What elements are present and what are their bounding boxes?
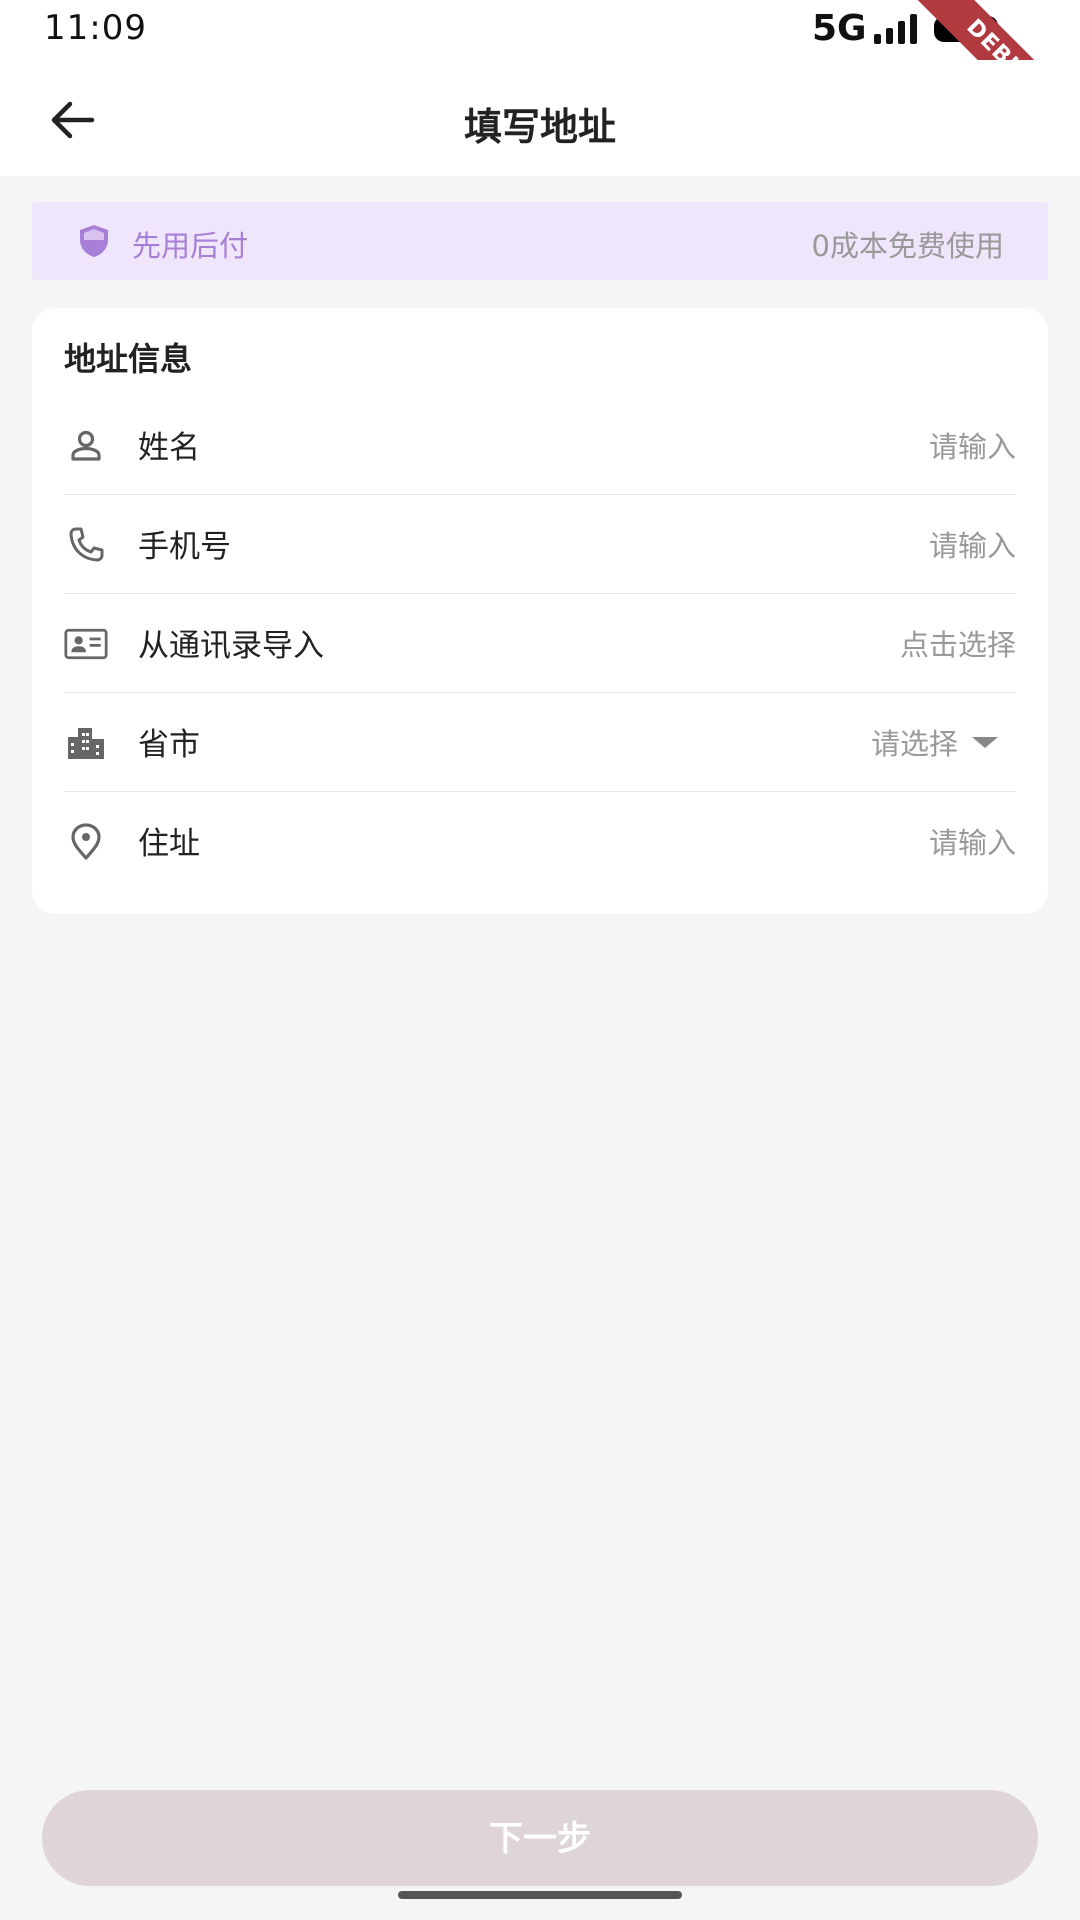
location-pin-icon xyxy=(64,822,108,862)
next-step-button[interactable]: 下一步 xyxy=(42,1790,1038,1886)
banner-subtitle: 0成本免费使用 xyxy=(811,229,1004,263)
card-title: 地址信息 xyxy=(64,340,193,378)
province-city-label: 省市 xyxy=(138,727,200,763)
phone-label: 手机号 xyxy=(138,529,231,565)
network-type: 5G xyxy=(812,8,867,49)
signal-icon xyxy=(874,14,917,44)
phone-icon xyxy=(64,525,108,565)
pay-later-banner: 先用后付 0成本免费使用 xyxy=(32,202,1048,280)
address-row[interactable]: 住址 请输入 xyxy=(64,792,1016,890)
status-time: 11:09 xyxy=(44,8,147,48)
banner-title: 先用后付 xyxy=(132,229,249,263)
address-info-card: 地址信息 姓名 请输入 手机号 请输入 从通讯录导入 点击选择 省市 请选择 住… xyxy=(32,308,1048,914)
province-city-row[interactable]: 省市 请选择 xyxy=(64,693,1016,792)
province-city-select[interactable]: 请选择 xyxy=(871,721,958,763)
name-input[interactable]: 请输入 xyxy=(929,424,1016,466)
contacts-import-label: 从通讯录导入 xyxy=(138,628,324,664)
app-bar: 填写地址 xyxy=(0,60,1080,176)
page-title: 填写地址 xyxy=(463,105,616,149)
address-input[interactable]: 请输入 xyxy=(929,820,1016,862)
dropdown-arrow-icon[interactable] xyxy=(972,737,998,748)
phone-row[interactable]: 手机号 请输入 xyxy=(64,495,1016,594)
shield-icon xyxy=(80,225,108,257)
address-label: 住址 xyxy=(138,826,200,862)
name-row[interactable]: 姓名 请输入 xyxy=(64,396,1016,495)
contacts-import-row[interactable]: 从通讯录导入 点击选择 xyxy=(64,594,1016,693)
building-icon xyxy=(64,723,108,763)
status-bar: 11:09 5G xyxy=(0,0,1080,60)
phone-input[interactable]: 请输入 xyxy=(929,523,1016,565)
home-indicator[interactable] xyxy=(398,1891,682,1899)
contacts-select[interactable]: 点击选择 xyxy=(900,622,1016,664)
name-label: 姓名 xyxy=(138,430,200,466)
contact-card-icon xyxy=(64,624,108,664)
person-icon xyxy=(64,426,108,466)
